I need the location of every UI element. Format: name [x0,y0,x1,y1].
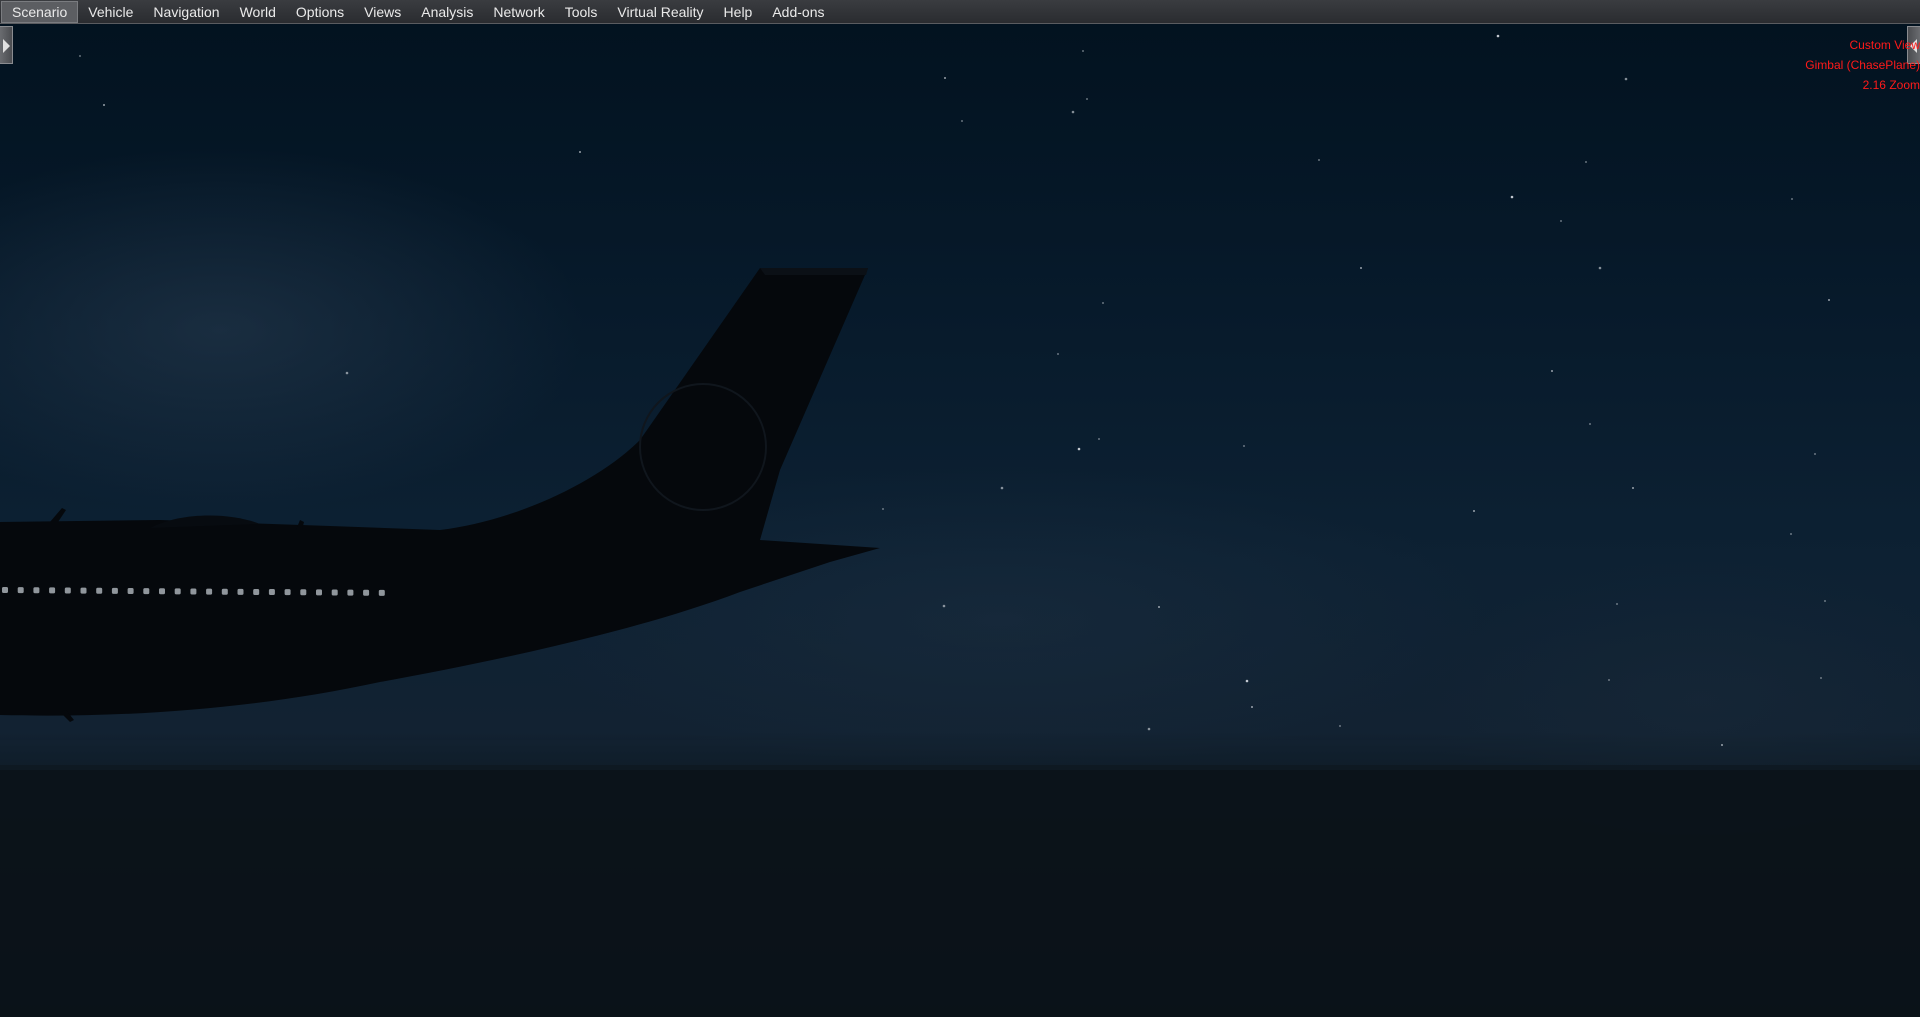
menu-help[interactable]: Help [714,1,763,23]
cabin-window [363,589,370,596]
star [1102,302,1104,304]
view-name-label: Custom View [1849,38,1920,52]
cabin-window [300,589,307,596]
star [1510,195,1514,199]
star [1158,606,1160,608]
cabin-window [127,587,134,594]
cabin-window [111,587,118,594]
star [1814,453,1816,455]
cabin-window [253,588,260,595]
left-toolbar-toggle[interactable] [0,26,13,64]
star [1147,727,1151,731]
cabin-window [174,588,181,595]
cabin-window [331,589,338,596]
menu-tools[interactable]: Tools [555,1,608,23]
scene-canvas [0,34,1920,1017]
menu-virtual-reality[interactable]: Virtual Reality [607,1,713,23]
star [1077,447,1081,451]
cabin-window [378,589,385,596]
cabin-window [80,587,87,594]
star [1721,744,1723,746]
star [944,77,946,79]
star [942,604,946,608]
menu-options[interactable]: Options [286,1,354,23]
star [103,104,105,106]
menu-vehicle[interactable]: Vehicle [78,1,143,23]
star [1616,603,1618,605]
star [1360,267,1362,269]
cabin-window [221,588,228,595]
cabin-window [268,589,275,596]
cabin-window [2,587,8,594]
star [1098,438,1100,440]
menu-navigation[interactable]: Navigation [143,1,229,23]
cabin-window [316,589,322,596]
cabin-window [347,589,354,596]
zoom-level-label: 2.16 Zoom [1862,78,1920,92]
menu-views[interactable]: Views [354,1,411,23]
cabin-window [190,588,197,595]
star [1243,445,1245,447]
aircraft-silhouette [0,268,880,722]
star [1585,161,1587,163]
menu-analysis[interactable]: Analysis [411,1,483,23]
star [345,371,349,375]
star [1824,600,1826,602]
menu-world[interactable]: World [230,1,286,23]
star [1608,679,1610,681]
star [1598,266,1602,270]
camera-mode-label: Gimbal (ChasePlane) [1805,58,1920,72]
menu-add-ons[interactable]: Add-ons [762,1,834,23]
horizon-haze [0,740,1920,770]
menu-scenario[interactable]: Scenario [1,0,79,23]
camera-view-info: Custom View Gimbal (ChasePlane) 2.16 Zoo… [1805,35,1920,95]
star [1318,159,1320,161]
star [1632,487,1634,489]
star [1791,198,1793,200]
star [1790,533,1792,535]
star [1624,77,1628,81]
star [1082,50,1084,52]
cabin-window [17,587,24,594]
cabin-window [206,588,213,595]
menu-network[interactable]: Network [483,1,554,23]
star [1086,98,1088,100]
star [882,508,884,510]
cabin-window [159,588,165,595]
simulator-viewport[interactable]: Scenario Vehicle Navigation World Option… [0,0,1920,1017]
star [1000,486,1004,490]
star [1071,110,1075,114]
star [1551,370,1553,372]
sea-surface [0,765,1920,1017]
star [1820,677,1822,679]
cabin-window [49,587,56,594]
star [961,120,963,122]
star [1251,706,1253,708]
cabin-window [284,589,291,596]
cabin-window [237,588,244,595]
star [1473,510,1475,512]
star [79,55,81,57]
star [1828,299,1830,301]
star [1057,353,1059,355]
cabin-window [64,587,71,594]
menu-bar: Scenario Vehicle Navigation World Option… [0,0,1920,24]
cabin-window [143,588,150,595]
star [1339,725,1341,727]
star [1496,34,1500,38]
star [1589,423,1591,425]
star [579,151,581,153]
star [1560,220,1562,222]
cabin-window [33,587,40,594]
expand-right-arrow-icon [3,39,10,53]
star [1245,679,1249,683]
cabin-window [96,587,103,594]
